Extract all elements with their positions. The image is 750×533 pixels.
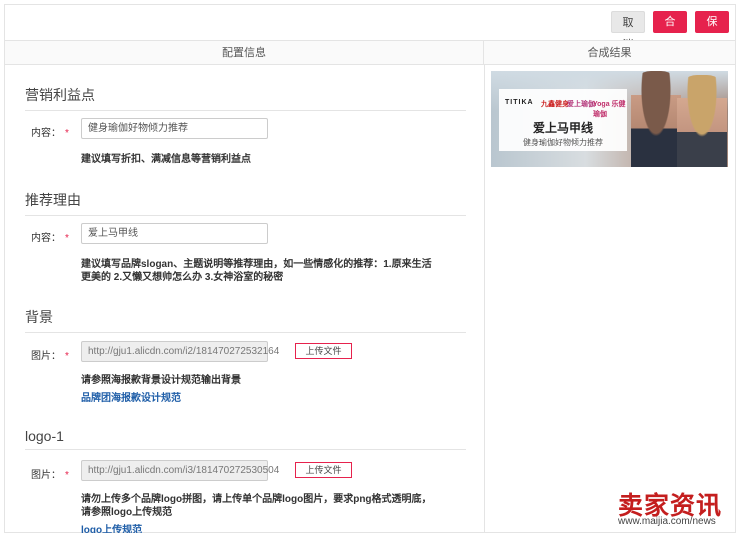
field-label-text: 内容： bbox=[31, 128, 61, 139]
preview-model-left bbox=[631, 71, 681, 167]
section-title-reason: 推荐理由 bbox=[25, 190, 466, 216]
reason-hint-line1: 建议填写品牌slogan、主题说明等推荐理由，如一些情感化的推荐：1.原来生活 bbox=[81, 259, 432, 270]
logo1-field-label: 图片： * bbox=[31, 466, 69, 481]
required-mark: * bbox=[65, 128, 69, 139]
result-column-header: 合成结果 bbox=[484, 41, 735, 65]
preview-text-card: TITIKA 九鑫健身 爱上瑜伽 Yoga 乐健瑜伽 爱上马甲线 健身瑜伽好物倾… bbox=[499, 89, 627, 151]
config-column-header: 配置信息 bbox=[5, 41, 484, 65]
field-label-text: 图片： bbox=[31, 470, 61, 481]
field-label-text: 图片： bbox=[31, 351, 61, 362]
section-title-logo1: logo-1 bbox=[25, 428, 466, 450]
compose-button[interactable]: 合成 bbox=[653, 11, 687, 50]
reason-content-input[interactable]: 爱上马甲线 bbox=[81, 223, 268, 244]
logo1-hint-line1: 请勿上传多个品牌logo拼图，请上传单个品牌logo图片，要求png格式透明底， bbox=[81, 494, 432, 505]
logo1-hint-line2: 请参照logo上传规范 bbox=[81, 507, 173, 518]
background-image-url-input[interactable]: http://gju1.alicdn.com/i2/18147027253216… bbox=[81, 341, 279, 362]
top-toolbar: 取消 合成 保存 bbox=[4, 4, 736, 51]
marketing-content-input[interactable]: 健身瑜伽好物倾力推荐 bbox=[81, 118, 268, 139]
preview-model-right bbox=[677, 75, 727, 167]
preview-title: 爱上马甲线 bbox=[532, 121, 593, 135]
required-mark: * bbox=[65, 233, 69, 244]
watermark: 卖家资讯 www.maijia.com/news bbox=[618, 486, 750, 533]
preview-brand-logo-4: Yoga 乐健瑜伽 bbox=[593, 101, 626, 118]
marketing-field-label: 内容： * bbox=[31, 124, 69, 139]
composite-preview-image: TITIKA 九鑫健身 爱上瑜伽 Yoga 乐健瑜伽 爱上马甲线 健身瑜伽好物倾… bbox=[491, 71, 728, 167]
logo1-spec-link[interactable]: logo上传规范 bbox=[81, 521, 142, 533]
logo1-image-url-input[interactable]: http://gju1.alicdn.com/i3/18147027253050… bbox=[81, 460, 279, 481]
save-button[interactable]: 保存 bbox=[695, 11, 729, 50]
preview-brand-logo-1: TITIKA bbox=[505, 99, 534, 106]
required-mark: * bbox=[65, 470, 69, 481]
required-mark: * bbox=[65, 351, 69, 362]
editor-frame: 配置信息 合成结果 营销利益点 内容： * 健身瑜伽好物倾力推荐 建议填写折扣、满… bbox=[4, 40, 736, 533]
column-divider bbox=[484, 65, 485, 533]
background-hint: 请参照海报款背景设计规范输出背景 bbox=[81, 375, 241, 386]
background-upload-button[interactable]: 上传文件 bbox=[295, 343, 352, 359]
preview-brand-logo-3: 爱上瑜伽 bbox=[567, 101, 595, 108]
reason-hint-line2: 更美的 2.又懒又想帅怎么办 3.女神浴室的秘密 bbox=[81, 272, 284, 283]
watermark-url: www.maijia.com/news bbox=[618, 516, 716, 527]
background-field-label: 图片： * bbox=[31, 347, 69, 362]
marketing-hint: 建议填写折扣、满减信息等营销利益点 bbox=[81, 154, 251, 165]
cancel-button[interactable]: 取消 bbox=[611, 11, 645, 51]
section-title-background: 背景 bbox=[25, 307, 466, 333]
preview-subtitle: 健身瑜伽好物倾力推荐 bbox=[523, 138, 603, 147]
reason-field-label: 内容： * bbox=[31, 229, 69, 244]
preview-brand-logo-2: 九鑫健身 bbox=[541, 101, 569, 108]
field-label-text: 内容： bbox=[31, 233, 61, 244]
logo1-upload-button[interactable]: 上传文件 bbox=[295, 462, 352, 478]
section-title-marketing: 营销利益点 bbox=[25, 85, 466, 111]
background-spec-link[interactable]: 品牌团海报款设计规范 bbox=[81, 389, 181, 404]
